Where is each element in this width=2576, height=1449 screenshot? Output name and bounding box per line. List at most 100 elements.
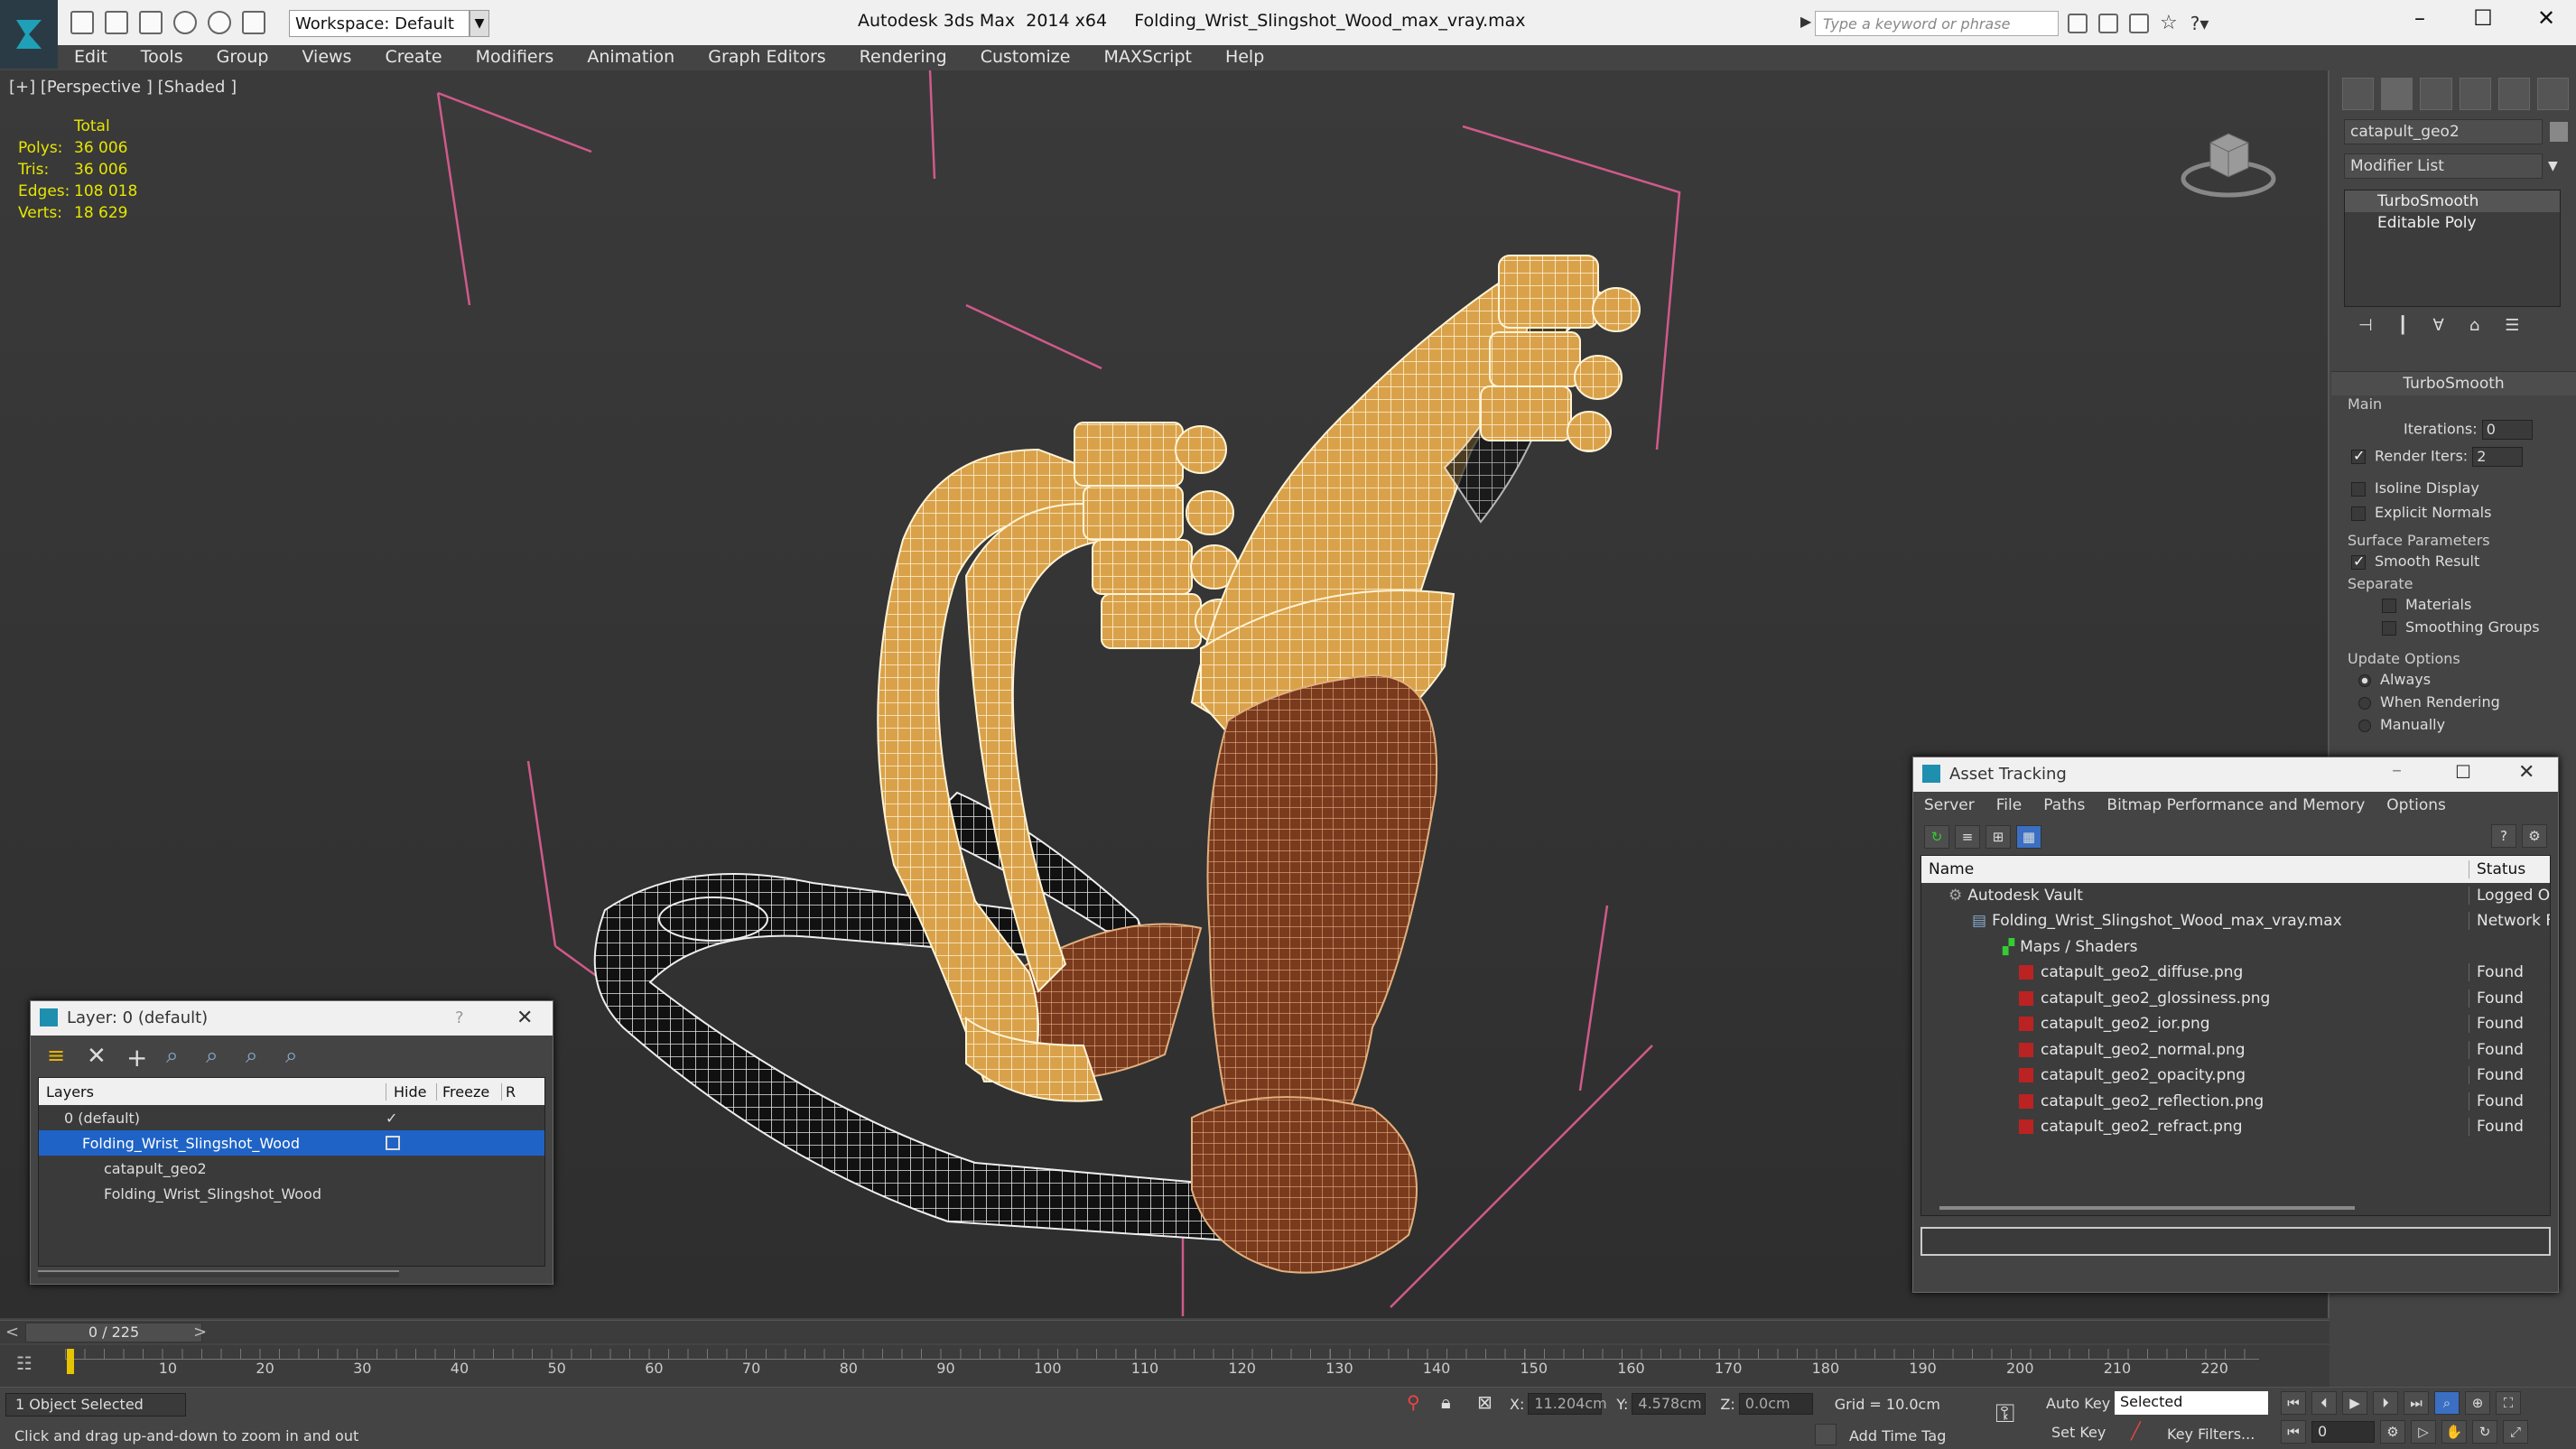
isoline-display-checkbox[interactable] [2351, 481, 2366, 497]
key-mode-toggle-icon[interactable]: ⏮ [2281, 1420, 2306, 1444]
maximize-viewport-icon[interactable]: ⤢ [2503, 1420, 2528, 1444]
motion-tab-icon[interactable] [2459, 78, 2491, 110]
go-to-start-icon[interactable]: ⏮ [2281, 1391, 2306, 1415]
add-time-tag-button[interactable]: Add Time Tag [1849, 1427, 1946, 1444]
asset-close-icon[interactable]: ✕ [2518, 761, 2534, 784]
layer-horizontal-scrollbar[interactable] [38, 1270, 399, 1277]
render-iters-checkbox[interactable] [2351, 447, 2366, 464]
make-unique-icon[interactable]: ∀ [2433, 316, 2444, 335]
show-end-result-icon[interactable]: ┃ [2398, 316, 2408, 335]
x-coordinate-field[interactable]: 11.204cm [1528, 1393, 1607, 1415]
workspace-dropdown[interactable]: Workspace: Default [289, 10, 470, 37]
viewport-label[interactable]: [+] [Perspective ] [Shaded ] [9, 78, 237, 97]
asset-settings-icon[interactable]: ⚙ [2522, 824, 2547, 848]
current-frame-marker[interactable] [67, 1349, 74, 1374]
open-file-icon[interactable] [105, 11, 128, 34]
separate-smoothing-groups-checkbox[interactable] [2382, 620, 2396, 636]
asset-row[interactable]: ▞ Maps / Shaders [1921, 934, 2550, 961]
asset-row[interactable]: catapult_geo2_reflection.png Found [1921, 1089, 2550, 1115]
selection-lock-icon[interactable]: 🔒︎ [1441, 1391, 1451, 1413]
render-iters-spinner[interactable]: 2 [2472, 447, 2524, 467]
time-next-icon[interactable]: > [193, 1323, 207, 1342]
isolate-selection-icon[interactable]: ⚲ [1407, 1391, 1420, 1413]
curve-editor-icon[interactable]: ☷ [16, 1352, 33, 1374]
close-icon[interactable]: ✕ [2519, 5, 2573, 38]
layer-active-checkbox[interactable] [386, 1136, 400, 1150]
asset-path-field[interactable] [1920, 1227, 2551, 1256]
zoom-all-icon[interactable]: ⊕ [2465, 1391, 2490, 1415]
auto-key-button[interactable]: Auto Key [2046, 1395, 2110, 1412]
layer-row[interactable]: 0 (default) ✓ [39, 1105, 544, 1130]
field-of-view-icon[interactable]: ▷ [2411, 1420, 2436, 1444]
search-input[interactable]: Type a keyword or phrase [1815, 11, 2059, 36]
asset-row[interactable]: catapult_geo2_glossiness.png Found [1921, 986, 2550, 1012]
time-configuration-icon[interactable]: ⚙ [2380, 1420, 2405, 1444]
go-to-end-icon[interactable]: ⏭ [2404, 1391, 2429, 1415]
modify-tab-icon[interactable] [2381, 78, 2413, 110]
time-slider[interactable]: < 0 / 225 > [0, 1320, 2330, 1343]
layer-help-icon[interactable]: ? [455, 1008, 464, 1027]
previous-frame-icon[interactable]: ⏴ [2311, 1391, 2337, 1415]
absolute-mode-icon[interactable]: ⊠ [1477, 1391, 1493, 1413]
hide-column-header[interactable]: Hide [386, 1082, 436, 1101]
separate-materials-checkbox[interactable] [2382, 598, 2396, 613]
time-slider-thumb[interactable]: 0 / 225 [25, 1323, 202, 1342]
highlight-layer-icon[interactable]: ⌕ [206, 1043, 233, 1070]
menu-animation[interactable]: Animation [587, 47, 674, 67]
menu-group[interactable]: Group [217, 47, 269, 67]
asset-dialog-titlebar[interactable]: Asset Tracking – ☐ ✕ [1913, 757, 2558, 792]
explicit-normals-checkbox[interactable] [2351, 506, 2366, 521]
object-name-field[interactable]: catapult_geo2 [2344, 119, 2543, 144]
layer-row[interactable]: Folding_Wrist_Slingshot_Wood [39, 1181, 544, 1206]
redo-icon[interactable] [208, 11, 231, 34]
menu-maxscript[interactable]: MAXScript [1103, 47, 1192, 67]
set-key-icon[interactable]: ⚿ [1995, 1398, 2014, 1429]
menu-help[interactable]: Help [1225, 47, 1264, 67]
smooth-result-checkbox[interactable] [2351, 553, 2366, 570]
zoom-extents-icon[interactable]: ⛶ [2496, 1391, 2521, 1415]
utilities-tab-icon[interactable] [2536, 78, 2570, 110]
remove-modifier-icon[interactable]: ⌂ [2469, 316, 2479, 335]
asset-row[interactable]: catapult_geo2_diffuse.png Found [1921, 961, 2550, 986]
asset-row[interactable]: catapult_geo2_normal.png Found [1921, 1037, 2550, 1064]
workspace-dropdown-arrow-icon[interactable]: ▼ [470, 10, 489, 37]
maximize-icon[interactable]: ☐ [2456, 5, 2510, 38]
time-prev-icon[interactable]: < [5, 1323, 19, 1342]
object-color-swatch[interactable] [2550, 122, 2568, 142]
menu-create[interactable]: Create [385, 47, 442, 67]
project-folder-icon[interactable] [242, 11, 265, 34]
key-mode-dropdown[interactable]: Selected [2115, 1391, 2268, 1415]
asset-row[interactable]: catapult_geo2_ior.png Found [1921, 1012, 2550, 1037]
new-layer-icon[interactable]: ≡ [47, 1043, 74, 1070]
delete-layer-icon[interactable]: ✕ [87, 1043, 114, 1070]
select-objects-icon[interactable]: ⌕ [166, 1043, 193, 1070]
create-tab-icon[interactable] [2342, 78, 2375, 110]
key-filters-button[interactable]: Key Filters... [2167, 1426, 2255, 1443]
z-coordinate-field[interactable]: 0.0cm [1738, 1393, 1813, 1415]
menu-graph-editors[interactable]: Graph Editors [708, 47, 825, 67]
asset-menu-options[interactable]: Options [2386, 796, 2446, 814]
menu-modifiers[interactable]: Modifiers [476, 47, 554, 67]
subscription-icon[interactable] [2098, 13, 2118, 33]
orbit-icon[interactable]: ↻ [2472, 1420, 2497, 1444]
menu-rendering[interactable]: Rendering [860, 47, 947, 67]
menu-views[interactable]: Views [302, 47, 351, 67]
pan-view-icon[interactable]: ✋ [2441, 1420, 2467, 1444]
binoculars-icon[interactable] [2068, 13, 2088, 33]
track-bar[interactable]: ☷ 10 20 30 40 50 60 70 80 90 100 110 120 130 140 150 16… [0, 1345, 2330, 1387]
modifier-list-dropdown[interactable]: Modifier List [2344, 153, 2543, 179]
undo-icon[interactable] [173, 11, 197, 34]
app-logo-icon[interactable] [0, 0, 58, 69]
asset-status-column-header[interactable]: Status [2469, 860, 2550, 878]
active-layer-check-icon[interactable]: ✓ [386, 1110, 436, 1127]
layers-column-header[interactable]: Layers [39, 1083, 386, 1101]
asset-row[interactable]: ⚙ Autodesk Vault Logged O [1921, 883, 2550, 909]
new-file-icon[interactable] [70, 11, 94, 34]
freeze-all-icon[interactable]: ⌕ [285, 1043, 312, 1070]
menu-tools[interactable]: Tools [141, 47, 183, 67]
render-column-header[interactable]: R [501, 1082, 516, 1101]
hide-all-icon[interactable]: ⌕ [246, 1043, 273, 1070]
viewcube-icon[interactable] [2174, 116, 2283, 206]
asset-menu-server[interactable]: Server [1924, 796, 1975, 814]
asset-help-icon[interactable]: ? [2491, 824, 2516, 848]
